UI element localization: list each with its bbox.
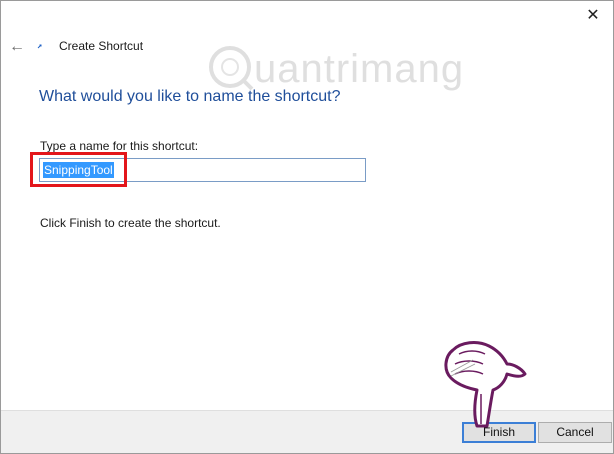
page-heading: What would you like to name the shortcut… [39,88,341,105]
cancel-button[interactable]: Cancel [538,422,612,443]
close-icon: ✕ [586,7,600,24]
finish-instruction: Click Finish to create the shortcut. [40,216,221,230]
highlight-annotation [30,152,127,187]
wizard-title: Create Shortcut [59,39,144,53]
pointing-hand-icon [444,341,527,428]
watermark-logo-icon [209,46,254,91]
create-shortcut-window: ✕ ← Create Shortcut uantrimang What woul… [0,0,614,454]
watermark-text: uantrimang [254,47,465,91]
shortcut-icon [37,42,43,51]
close-button[interactable]: ✕ [581,5,605,27]
shortcut-name-label: Type a name for this shortcut: [40,139,199,153]
back-arrow-icon: ← [9,38,25,55]
back-button[interactable]: ← [7,37,27,57]
